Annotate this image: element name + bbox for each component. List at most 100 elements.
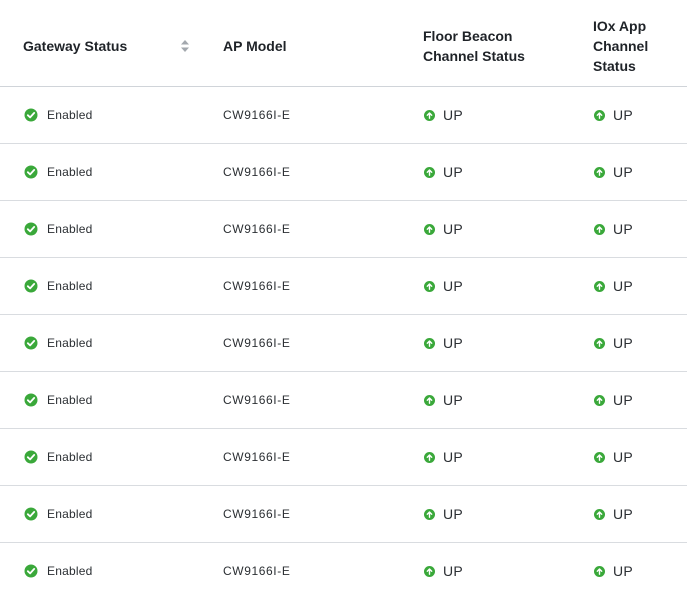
ap-model-text: CW9166I-E — [223, 450, 291, 464]
ap-model-cell: CW9166I-E — [223, 315, 290, 371]
ap-model-text: CW9166I-E — [223, 564, 291, 578]
gateway-status-cell: Enabled — [24, 429, 92, 485]
arrow-up-circle-icon — [424, 337, 435, 349]
table-row[interactable]: Enabled CW9166I-E UP UP — [0, 258, 687, 315]
floor-beacon-status-text: UP — [443, 278, 464, 294]
arrow-up-circle-icon — [424, 451, 435, 463]
iox-app-status-text: UP — [613, 563, 634, 579]
gateway-status-text: Enabled — [47, 108, 93, 122]
table-row[interactable]: Enabled CW9166I-E UP UP — [0, 201, 687, 258]
table-row[interactable]: Enabled CW9166I-E UP UP — [0, 543, 687, 599]
table-row[interactable]: Enabled CW9166I-E UP UP — [0, 486, 687, 543]
table-row[interactable]: Enabled CW9166I-E UP UP — [0, 372, 687, 429]
column-header-iox-line2: Channel — [593, 38, 649, 54]
arrow-up-circle-icon — [594, 166, 605, 178]
iox-app-status-text: UP — [613, 335, 634, 351]
ap-model-text: CW9166I-E — [223, 393, 291, 407]
ap-model-text: CW9166I-E — [223, 336, 291, 350]
check-circle-icon — [24, 165, 38, 179]
check-circle-icon — [24, 222, 38, 236]
arrow-up-circle-icon — [594, 508, 605, 520]
iox-app-status-text: UP — [613, 107, 634, 123]
iox-app-status-text: UP — [613, 164, 634, 180]
iox-app-status-cell: UP — [594, 315, 633, 371]
arrow-up-circle-icon — [594, 565, 605, 577]
iox-app-status-text: UP — [613, 506, 634, 522]
column-header-floor-beacon-channel-status[interactable]: Floor Beacon Channel Status — [423, 26, 563, 66]
arrow-up-circle-icon — [424, 223, 435, 235]
gateway-status-text: Enabled — [47, 279, 93, 293]
floor-beacon-status-text: UP — [443, 221, 464, 237]
arrow-up-circle-icon — [594, 109, 605, 121]
ap-status-table: Gateway Status AP Model Floor Beacon Cha… — [0, 0, 687, 599]
column-header-floor-beacon-line2: Channel Status — [423, 48, 525, 64]
gateway-status-text: Enabled — [47, 336, 93, 350]
floor-beacon-status-cell: UP — [424, 429, 463, 485]
ap-model-cell: CW9166I-E — [223, 258, 290, 314]
iox-app-status-text: UP — [613, 449, 634, 465]
iox-app-status-text: UP — [613, 278, 634, 294]
floor-beacon-status-text: UP — [443, 563, 464, 579]
ap-model-text: CW9166I-E — [223, 108, 291, 122]
table-row[interactable]: Enabled CW9166I-E UP UP — [0, 87, 687, 144]
floor-beacon-status-cell: UP — [424, 315, 463, 371]
gateway-status-cell: Enabled — [24, 372, 92, 428]
table-header: Gateway Status AP Model Floor Beacon Cha… — [0, 0, 687, 87]
ap-model-text: CW9166I-E — [223, 165, 291, 179]
floor-beacon-status-text: UP — [443, 107, 464, 123]
column-header-iox-app-channel-status[interactable]: IOx App Channel Status — [593, 16, 673, 76]
table-row[interactable]: Enabled CW9166I-E UP UP — [0, 315, 687, 372]
iox-app-status-cell: UP — [594, 543, 633, 599]
column-header-iox-line3: Status — [593, 58, 636, 74]
gateway-status-cell: Enabled — [24, 258, 92, 314]
gateway-status-text: Enabled — [47, 222, 93, 236]
gateway-status-text: Enabled — [47, 507, 93, 521]
check-circle-icon — [24, 564, 38, 578]
column-header-gateway-status[interactable]: Gateway Status — [23, 36, 127, 56]
ap-model-cell: CW9166I-E — [223, 429, 290, 485]
iox-app-status-cell: UP — [594, 87, 633, 143]
iox-app-status-cell: UP — [594, 258, 633, 314]
check-circle-icon — [24, 450, 38, 464]
iox-app-status-cell: UP — [594, 486, 633, 542]
gateway-status-cell: Enabled — [24, 315, 92, 371]
gateway-status-text: Enabled — [47, 393, 93, 407]
ap-model-text: CW9166I-E — [223, 222, 291, 236]
arrow-up-circle-icon — [424, 508, 435, 520]
floor-beacon-status-text: UP — [443, 335, 464, 351]
floor-beacon-status-cell: UP — [424, 258, 463, 314]
floor-beacon-status-cell: UP — [424, 87, 463, 143]
floor-beacon-status-text: UP — [443, 506, 464, 522]
table-row[interactable]: Enabled CW9166I-E UP UP — [0, 144, 687, 201]
table-body: Enabled CW9166I-E UP UP Enabled CW9166I-E UP UP… — [0, 87, 687, 599]
check-circle-icon — [24, 279, 38, 293]
arrow-up-circle-icon — [424, 166, 435, 178]
floor-beacon-status-cell: UP — [424, 144, 463, 200]
gateway-status-cell: Enabled — [24, 201, 92, 257]
gateway-status-cell: Enabled — [24, 144, 92, 200]
arrow-up-circle-icon — [424, 280, 435, 292]
gateway-status-cell: Enabled — [24, 87, 92, 143]
table-row[interactable]: Enabled CW9166I-E UP UP — [0, 429, 687, 486]
floor-beacon-status-cell: UP — [424, 543, 463, 599]
gateway-status-text: Enabled — [47, 450, 93, 464]
column-header-iox-line1: IOx App — [593, 18, 647, 34]
gateway-status-cell: Enabled — [24, 486, 92, 542]
floor-beacon-status-text: UP — [443, 392, 464, 408]
check-circle-icon — [24, 507, 38, 521]
gateway-status-cell: Enabled — [24, 543, 92, 599]
column-header-ap-model[interactable]: AP Model — [223, 36, 287, 56]
ap-model-cell: CW9166I-E — [223, 144, 290, 200]
floor-beacon-status-text: UP — [443, 164, 464, 180]
iox-app-status-text: UP — [613, 392, 634, 408]
check-circle-icon — [24, 393, 38, 407]
sort-up-down-icon[interactable] — [180, 38, 190, 54]
ap-model-cell: CW9166I-E — [223, 87, 290, 143]
gateway-status-text: Enabled — [47, 165, 93, 179]
column-header-floor-beacon-line1: Floor Beacon — [423, 28, 513, 44]
arrow-up-circle-icon — [594, 394, 605, 406]
ap-model-cell: CW9166I-E — [223, 372, 290, 428]
iox-app-status-cell: UP — [594, 372, 633, 428]
arrow-up-circle-icon — [594, 451, 605, 463]
floor-beacon-status-cell: UP — [424, 372, 463, 428]
